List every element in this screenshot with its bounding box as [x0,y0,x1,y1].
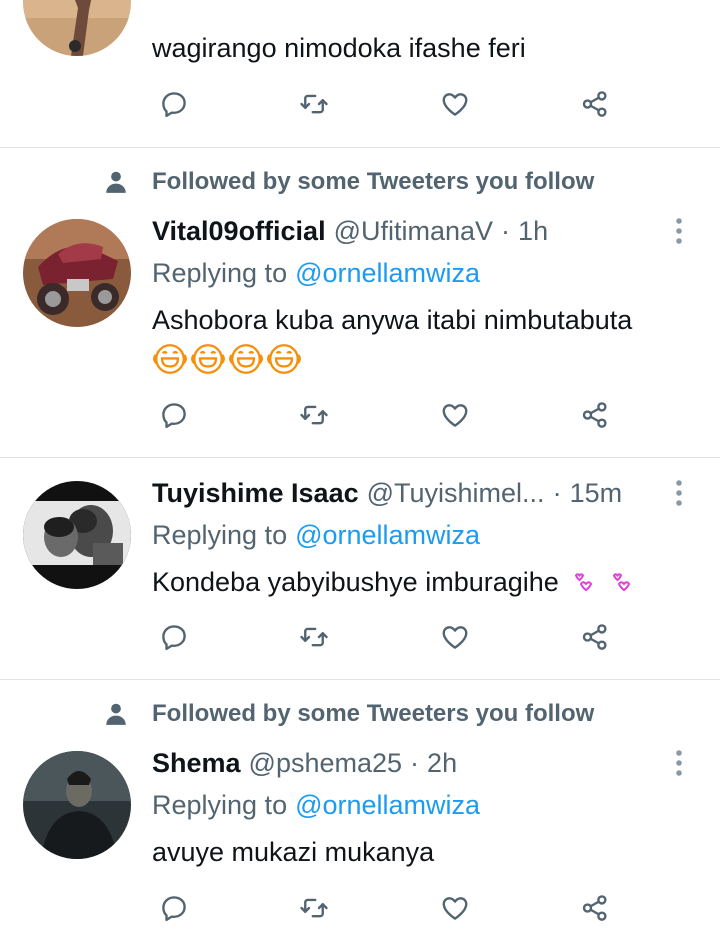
reply-button[interactable] [156,890,192,926]
avatar[interactable] [23,0,131,56]
divider [0,147,720,148]
retweet-button[interactable] [296,397,332,433]
more-button[interactable] [667,214,691,248]
mention-link[interactable]: @ornellamwiza [295,258,480,289]
share-icon [580,622,610,652]
display-name[interactable]: Vital09official [152,216,326,247]
heart-icon [440,89,470,119]
more-dots-icon [667,746,691,780]
like-button[interactable] [437,619,473,655]
social-context-text: Followed by some Tweeters you follow [152,168,595,195]
person-icon [102,700,130,728]
avatar[interactable] [23,219,131,327]
like-button[interactable] [437,86,473,122]
social-context: Followed by some Tweeters you follow [102,164,702,200]
share-icon [580,893,610,923]
tweet-actions [150,890,630,926]
share-icon [580,89,610,119]
share-button[interactable] [577,619,613,655]
separator: · [410,747,420,778]
timestamp[interactable]: 2h [427,748,457,779]
separator: · [552,477,562,508]
reply-icon [159,622,189,652]
avatar[interactable] [23,751,131,859]
share-button[interactable] [577,890,613,926]
reply-button[interactable] [156,619,192,655]
display-name[interactable]: Tuyishime Isaac [152,478,359,509]
reply-icon [159,400,189,430]
retweet-button[interactable] [296,619,332,655]
revolving-hearts-emoji-icon [573,569,599,595]
reply-button[interactable] [156,397,192,433]
like-button[interactable] [437,397,473,433]
person-icon [102,168,130,196]
more-button[interactable] [667,746,691,780]
timestamp[interactable]: 1h [518,216,548,247]
share-button[interactable] [577,86,613,122]
share-icon [580,400,610,430]
timestamp[interactable]: 15m [570,478,623,509]
laughing-emoji-icon [266,341,302,377]
replying-to: Replying to @ornellamwiza [152,518,480,552]
retweet-icon [299,893,329,923]
tweet-actions [150,86,630,122]
tweet-text: Kondeba yabyibushye imburagihe [152,564,637,600]
retweet-icon [299,89,329,119]
tweet-text-content: Kondeba yabyibushye imburagihe [152,566,559,597]
reply-icon [159,893,189,923]
username[interactable]: @UfitimanaV [334,216,493,247]
divider [0,679,720,680]
heart-icon [440,893,470,923]
more-dots-icon [667,214,691,248]
reply-button[interactable] [156,86,192,122]
heart-icon [440,622,470,652]
tweet-header: Tuyishime Isaac @Tuyishimel... · 15m [152,476,622,510]
tweet-header: Shema @pshema25 · 2h [152,746,457,780]
display-name[interactable]: Shema [152,748,241,779]
laughing-emoji-icon [228,341,264,377]
reply-icon [159,89,189,119]
replying-to: Replying to @ornellamwiza [152,256,480,290]
replying-to-label: Replying to [152,519,288,550]
divider [0,457,720,458]
username[interactable]: @Tuyishimel... [367,478,545,509]
emoji-row [152,340,302,378]
share-button[interactable] [577,397,613,433]
emoji-row [573,569,637,595]
like-button[interactable] [437,890,473,926]
social-context-text: Followed by some Tweeters you follow [152,700,595,727]
tweet-actions [150,619,630,655]
tweet-text: avuye mukazi mukanya [152,836,435,867]
avatar[interactable] [23,481,131,589]
retweet-icon [299,400,329,430]
retweet-button[interactable] [296,86,332,122]
more-dots-icon [667,476,691,510]
tweet-header: Vital09official @UfitimanaV · 1h [152,214,548,248]
replying-to: Replying to @ornellamwiza [152,788,480,822]
tweet-text: Ashobora kuba anywa itabi nimbutabuta [152,304,633,335]
replying-to-label: Replying to [152,789,288,820]
laughing-emoji-icon [190,341,226,377]
separator: · [501,215,511,246]
mention-link[interactable]: @ornellamwiza [295,520,480,551]
mention-link[interactable]: @ornellamwiza [295,790,480,821]
revolving-hearts-emoji-icon [611,569,637,595]
tweet-actions [150,397,630,433]
retweet-icon [299,622,329,652]
heart-icon [440,400,470,430]
laughing-emoji-icon [152,341,188,377]
tweet-text: wagirango nimodoka ifashe feri [152,32,526,63]
social-context: Followed by some Tweeters you follow [102,696,702,732]
more-button[interactable] [667,476,691,510]
replying-to-label: Replying to [152,257,288,288]
retweet-button[interactable] [296,890,332,926]
username[interactable]: @pshema25 [249,748,403,779]
